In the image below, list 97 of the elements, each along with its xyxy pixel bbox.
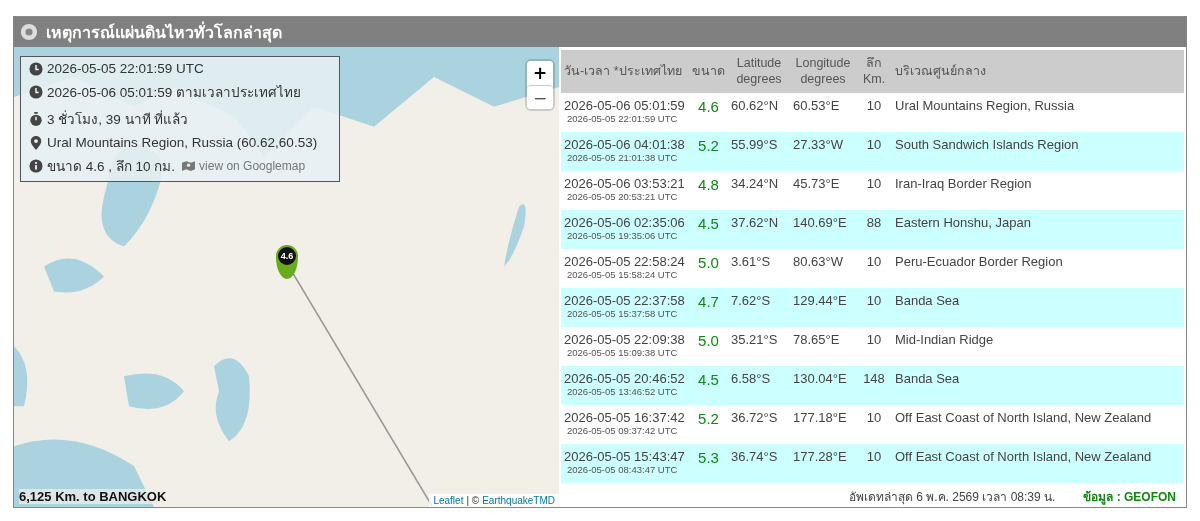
- local-time-cell: 2026-05-05 20:46:52: [564, 371, 686, 386]
- longitude-cell: 80.63°W: [793, 254, 843, 269]
- local-time-cell: 2026-05-06 05:01:59: [564, 98, 686, 113]
- latitude-cell: 55.99°S: [731, 137, 778, 152]
- utc-time-cell-text: 2026-05-05 15:37:58 UTC: [566, 308, 679, 319]
- local-time-cell: 2026-05-05 22:58:24: [564, 254, 686, 269]
- region-cell: Banda Sea: [895, 371, 960, 386]
- utc-time-cell-text: 2026-05-05 08:43:47 UTC: [566, 464, 679, 475]
- depth-cell: 10: [866, 332, 882, 347]
- longitude-cell: 129.44°E: [793, 293, 847, 308]
- magnitude-cell: 5.0: [698, 254, 719, 271]
- region-cell: Off East Coast of North Island, New Zealand: [895, 449, 1152, 464]
- magnitude-cell: 5.2: [698, 137, 719, 154]
- panel-title: เหตุการณ์แผ่นดินไหวทั่วโลกล่าสุด: [46, 20, 282, 45]
- region-cell: Peru-Ecuador Border Region: [895, 254, 1063, 269]
- latitude-cell: 36.72°S: [731, 410, 778, 425]
- local-time-cell: 2026-05-06 03:53:21: [564, 176, 686, 191]
- latitude-cell: 60.62°N: [731, 98, 779, 113]
- map-icon: [182, 160, 196, 172]
- region-cell: Mid-Indian Ridge: [895, 332, 994, 347]
- latitude-cell: 7.62°S: [731, 293, 771, 308]
- region-cell: Ural Mountains Region, Russia: [895, 98, 1075, 113]
- latitude-cell: 36.74°S: [731, 449, 778, 464]
- longitude-cell: 60.53°E: [793, 98, 840, 113]
- info-icon: [29, 159, 43, 173]
- longitude-cell: 130.04°E: [793, 371, 847, 386]
- update-time: อัพเดทล่าสุด 6 พ.ค. 2569 เวลา 08:39 น.: [848, 489, 1056, 506]
- local-time-cell: 2026-05-06 02:35:06: [564, 215, 686, 230]
- local-time-cell: 2026-05-05 16:37:42: [564, 410, 686, 425]
- longitude-cell: 177.18°E: [793, 410, 847, 425]
- clock-icon: [29, 85, 43, 99]
- local-time-cell: 2026-05-05 15:43:47: [564, 449, 686, 464]
- utc-time-cell-text: 2026-05-05 21:01:38 UTC: [566, 152, 679, 163]
- region-cell: Iran-Iraq Border Region: [895, 176, 1032, 191]
- leaflet-link[interactable]: Leaflet: [433, 495, 464, 506]
- longitude-cell: 27.33°W: [793, 137, 843, 152]
- utc-time-cell-text: 2026-05-05 15:09:38 UTC: [566, 347, 679, 358]
- utc-time-cell-text: 2026-05-05 19:35:06 UTC: [566, 230, 679, 241]
- depth-cell: 10: [866, 98, 882, 113]
- depth-cell: 10: [866, 293, 882, 308]
- utc-time-cell-text: 2026-05-05 20:53:21 UTC: [566, 191, 679, 202]
- column-header: บริเวณศูนย์กลาง: [892, 50, 1184, 93]
- depth-cell: 10: [866, 176, 882, 191]
- utc-time-cell-text: 2026-05-05 15:58:24 UTC: [566, 269, 679, 280]
- magnitude-cell: 5.0: [698, 332, 719, 349]
- magnitude-cell: 4.5: [698, 371, 719, 388]
- magnitude-cell: 4.5: [698, 215, 719, 232]
- depth-cell: 10: [866, 449, 882, 464]
- depth-cell: 88: [866, 215, 882, 230]
- location-text: Ural Mountains Region, Russia (60.62,60.53): [47, 135, 318, 150]
- distance-label: 6,125 Km. to BANGKOK: [19, 489, 167, 504]
- clock-icon: [29, 61, 43, 76]
- magnitude-cell: 5.3: [698, 449, 719, 466]
- utc-time-cell-text: 2026-05-05 09:37:42 UTC: [566, 425, 679, 436]
- utc-time: 2026-05-05 22:01:59 UTC: [47, 61, 204, 76]
- longitude-cell: 45.73°E: [793, 176, 840, 191]
- magnitude-cell: 4.8: [698, 176, 719, 193]
- depth-cell: 10: [866, 410, 882, 425]
- magnitude-cell: 4.7: [698, 293, 719, 310]
- local-time: 2026-05-06 05:01:59 ตามเวลาประเทศไทย: [47, 84, 302, 102]
- utc-time-cell-text: 2026-05-05 22:01:59 UTC: [566, 113, 679, 124]
- column-header: ขนาด: [689, 50, 728, 93]
- attribution-text: | ©: [466, 495, 480, 506]
- owner-link[interactable]: EarthquakeTMD: [482, 495, 555, 506]
- magnitude-cell: 5.2: [698, 410, 719, 427]
- column-header: ลึก Km.: [856, 50, 892, 93]
- elapsed-time: 3 ชั่วโมง, 39 นาที ที่แล้ว: [47, 109, 189, 129]
- pin-icon: [29, 135, 43, 150]
- data-source: ข้อมูล : GEOFON: [1083, 489, 1176, 506]
- longitude-cell: 140.69°E: [793, 215, 847, 230]
- local-time-cell: 2026-05-06 04:01:38: [564, 137, 686, 152]
- region-cell: South Sandwich Islands Region: [895, 137, 1079, 152]
- latitude-cell: 37.62°N: [731, 215, 779, 230]
- latitude-cell: 3.61°S: [731, 254, 771, 269]
- depth-cell: 148: [863, 371, 885, 386]
- googlemap-link[interactable]: view on Googlemap: [199, 159, 306, 173]
- latitude-cell: 35.21°S: [731, 332, 778, 347]
- column-header: วัน-เวลา *ประเทศไทย: [561, 50, 689, 93]
- magnitude-cell: 4.6: [698, 98, 719, 115]
- region-cell: Eastern Honshu, Japan: [895, 215, 1031, 230]
- radio-icon: [20, 23, 38, 41]
- column-header: Longitude degrees: [790, 50, 856, 93]
- local-time-cell: 2026-05-05 22:09:38: [564, 332, 686, 347]
- depth-cell: 10: [866, 137, 882, 152]
- magnitude-depth: ขนาด 4.6 , ลึก 10 กม.: [47, 158, 176, 176]
- local-time-cell: 2026-05-05 22:37:58: [564, 293, 686, 308]
- latitude-cell: 6.58°S: [731, 371, 771, 386]
- longitude-cell: 177.28°E: [793, 449, 847, 464]
- latitude-cell: 34.24°N: [731, 176, 779, 191]
- utc-time-cell-text: 2026-05-05 13:46:52 UTC: [566, 386, 679, 397]
- column-header: Latitude degrees: [728, 50, 790, 93]
- region-cell: Banda Sea: [895, 293, 960, 308]
- longitude-cell: 78.65°E: [793, 332, 840, 347]
- stopwatch-icon: [29, 112, 43, 126]
- depth-cell: 10: [866, 254, 882, 269]
- zoom-out-button[interactable]: −: [527, 85, 553, 109]
- region-cell: Off East Coast of North Island, New Zealand: [895, 410, 1152, 425]
